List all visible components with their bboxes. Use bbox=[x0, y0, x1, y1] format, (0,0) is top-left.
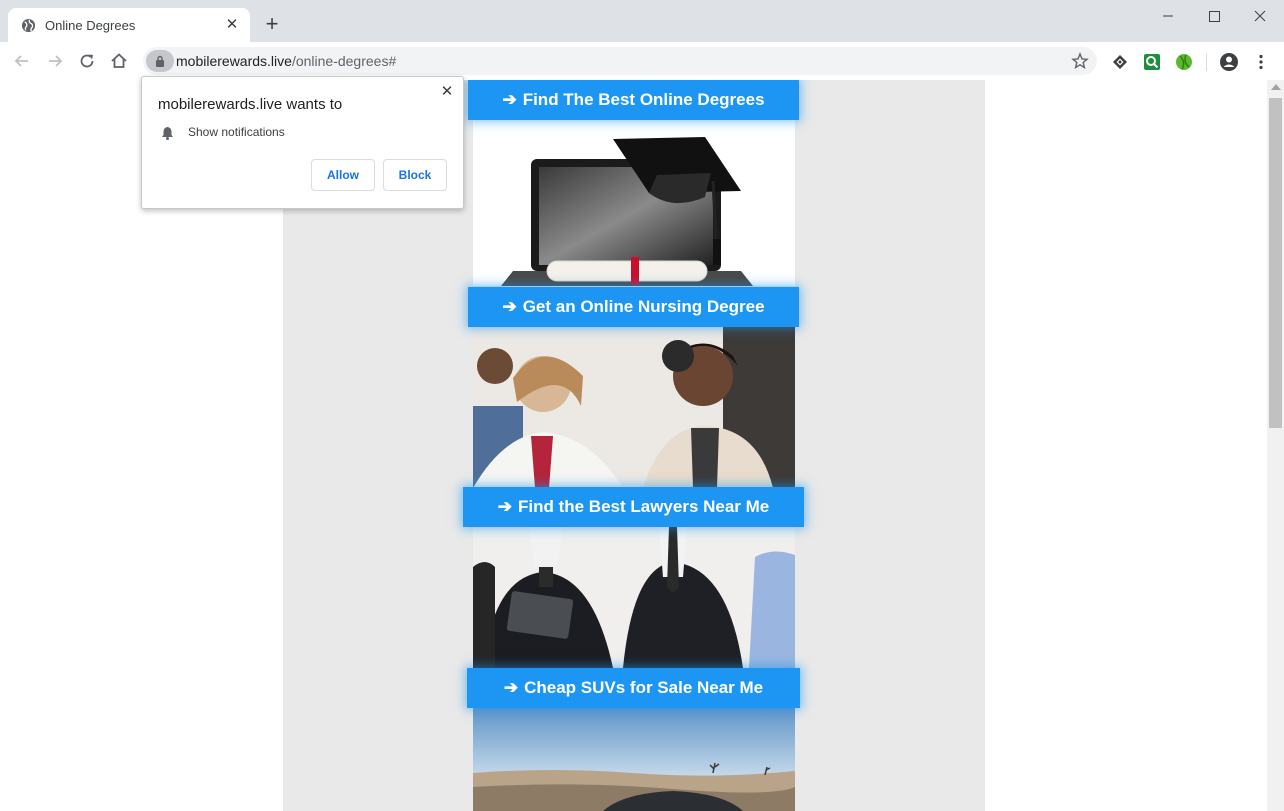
reload-icon[interactable] bbox=[76, 50, 98, 72]
globe-icon bbox=[21, 18, 36, 33]
cta-label: Cheap SUVs for Sale Near Me bbox=[524, 678, 764, 697]
arrow-right-icon: ➔ bbox=[502, 297, 517, 316]
extension-icon[interactable] bbox=[1110, 52, 1130, 72]
scroll-up-arrow[interactable] bbox=[1271, 84, 1281, 90]
arrow-right-icon: ➔ bbox=[502, 90, 517, 109]
cta-online-degrees-button[interactable]: ➔ Find The Best Online Degrees bbox=[468, 80, 799, 120]
cta-nursing-degree-button[interactable]: ➔ Get an Online Nursing Degree bbox=[468, 287, 799, 327]
extension-icon[interactable] bbox=[1174, 52, 1194, 72]
page-scrollbar[interactable] bbox=[1267, 80, 1284, 811]
address-bar[interactable]: mobilerewards.live/online-degrees# bbox=[143, 47, 1097, 75]
desert-suv-photo bbox=[473, 707, 795, 811]
cta-label: Find the Best Lawyers Near Me bbox=[517, 497, 770, 516]
popup-title: mobilerewards.live wants to bbox=[158, 96, 343, 113]
close-icon[interactable]: ✕ bbox=[439, 84, 455, 100]
tab-title: Online Degrees bbox=[45, 18, 136, 33]
bell-icon bbox=[162, 127, 173, 140]
cta-label: Get an Online Nursing Degree bbox=[522, 297, 765, 316]
close-icon[interactable]: ✕ bbox=[222, 15, 242, 35]
extension-icon[interactable] bbox=[1142, 52, 1162, 72]
scrollbar-thumb[interactable] bbox=[1269, 98, 1282, 428]
laptop-graduation-illustration bbox=[501, 137, 753, 286]
title-bar: Online Degrees ✕ + bbox=[0, 0, 1284, 42]
suv-image[interactable] bbox=[473, 707, 795, 811]
arrow-right-icon: ➔ bbox=[503, 678, 519, 697]
star-icon[interactable] bbox=[1071, 52, 1089, 70]
profile-icon[interactable] bbox=[1219, 52, 1239, 72]
minimize-icon[interactable] bbox=[1158, 6, 1178, 26]
url-path: /online-degrees# bbox=[291, 53, 397, 69]
home-icon[interactable] bbox=[108, 50, 130, 72]
url-host: mobilerewards.live bbox=[176, 53, 292, 69]
degree-image[interactable] bbox=[473, 119, 795, 286]
toolbar-divider bbox=[1206, 53, 1207, 71]
forward-icon[interactable] bbox=[44, 50, 66, 72]
maximize-icon[interactable] bbox=[1204, 6, 1224, 26]
cta-label: Find The Best Online Degrees bbox=[522, 90, 765, 109]
lawyers-photo bbox=[473, 527, 795, 668]
nurses-photo bbox=[473, 326, 795, 488]
cta-lawyers-button[interactable]: ➔ Find the Best Lawyers Near Me bbox=[463, 487, 804, 527]
allow-button[interactable]: Allow bbox=[311, 159, 375, 191]
plus-icon[interactable]: + bbox=[262, 13, 282, 35]
arrow-right-icon: ➔ bbox=[497, 497, 512, 516]
lock-icon bbox=[156, 55, 164, 67]
block-button[interactable]: Block bbox=[383, 159, 447, 191]
browser-tab[interactable]: Online Degrees ✕ bbox=[8, 8, 250, 42]
notification-permission-popup: mobilerewards.live wants to ✕ Show notif… bbox=[141, 76, 464, 209]
window-close-icon[interactable] bbox=[1250, 6, 1270, 26]
permission-label: Show notifications bbox=[188, 125, 285, 139]
site-info-button[interactable] bbox=[146, 50, 174, 72]
lawyers-image[interactable] bbox=[473, 527, 795, 668]
menu-icon[interactable] bbox=[1251, 52, 1271, 72]
nursing-image[interactable] bbox=[473, 326, 795, 488]
back-icon[interactable] bbox=[11, 50, 33, 72]
url-text: mobilerewards.live/online-degrees# bbox=[176, 53, 396, 69]
cta-suvs-button[interactable]: ➔ Cheap SUVs for Sale Near Me bbox=[467, 668, 800, 708]
